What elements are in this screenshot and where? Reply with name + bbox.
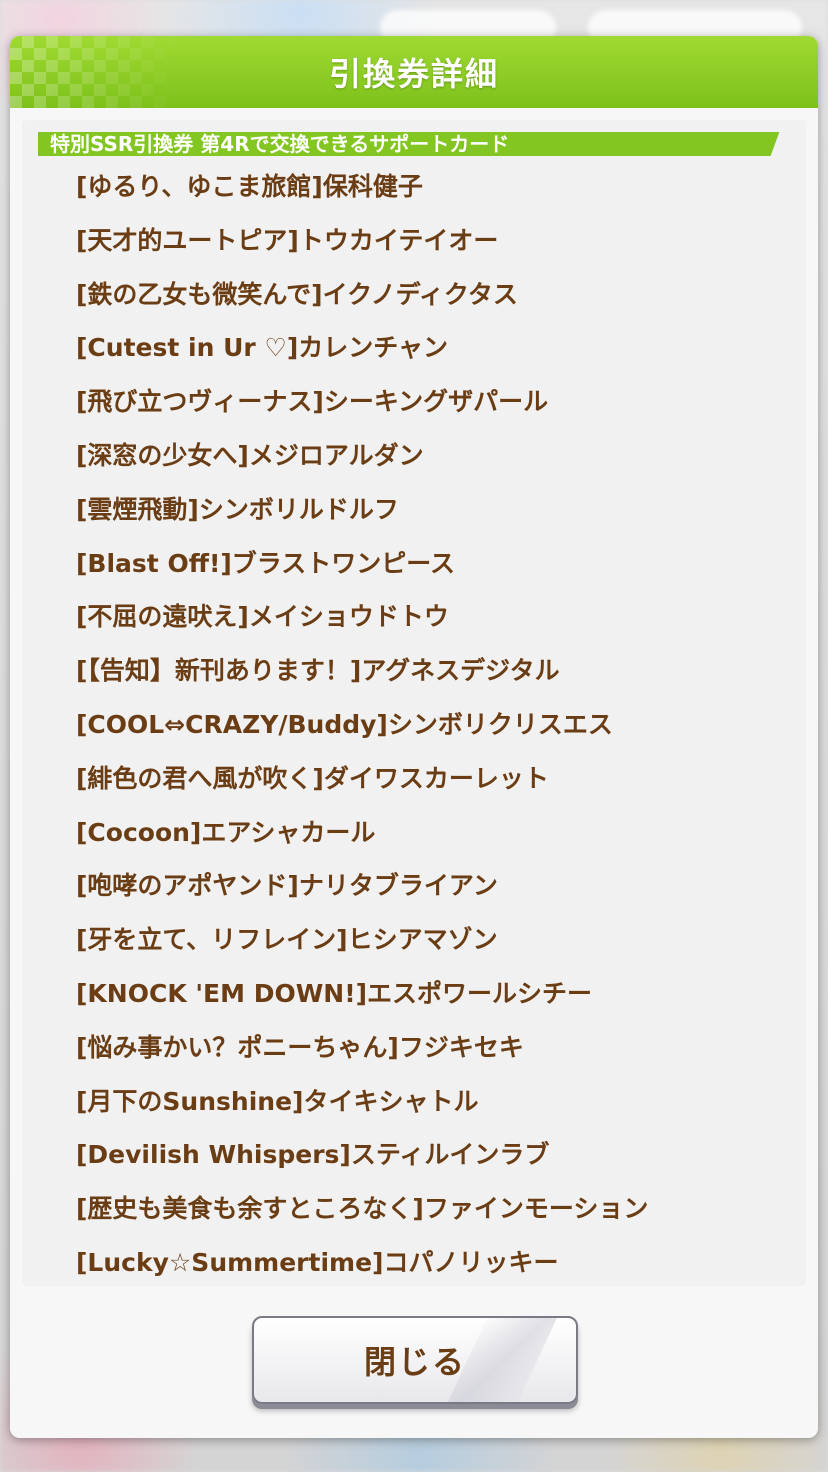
dialog-title: 引換券詳細 xyxy=(328,55,499,93)
list-item: [歴史も美食も余すところなく]ファインモーション xyxy=(76,1194,649,1224)
list-item: [牙を立て、リフレイン]ヒシアマゾン xyxy=(76,925,498,955)
list-item: [COOL⇔CRAZY/Buddy]シンボリクリスエス xyxy=(76,709,613,739)
list-item: [不屈の遠吠え]メイショウドトウ xyxy=(76,602,449,632)
list-item: [雲煙飛動]シンボリルドルフ xyxy=(76,494,399,524)
list-item: [Cutest in Ur ♡]カレンチャン xyxy=(76,333,449,363)
support-card-list: [ゆるり、ゆこま旅館]保科健子 [天才的ユートピア]トウカイテイオー [鉄の乙女… xyxy=(76,172,648,1302)
list-item: [【告知】新刊あります！]アグネスデジタル xyxy=(76,656,560,686)
close-button[interactable]: 閉じる xyxy=(252,1316,578,1404)
list-item: [鉄の乙女も微笑んで]イクノディクタス xyxy=(76,279,518,309)
list-item: [悩み事かい？ポニーちゃん]フジキセキ xyxy=(76,1032,524,1062)
close-button-label: 閉じる xyxy=(363,1343,466,1381)
list-item: [緋色の君へ風が吹く]ダイワスカーレット xyxy=(76,763,549,793)
list-item: [天才的ユートピア]トウカイテイオー xyxy=(76,225,499,255)
card-list-panel[interactable]: 特別SSR引換券 第4Rで交換できるサポートカード [ゆるり、ゆこま旅館]保科健… xyxy=(22,120,806,1286)
list-item: [Blast Off!]ブラストワンピース xyxy=(76,548,456,578)
list-item: [Devilish Whispers]スティルインラブ xyxy=(76,1140,550,1170)
list-item: [咆哮のアポヤンド]ナリタブライアン xyxy=(76,871,498,901)
list-item: [KNOCK 'EM DOWN!]エスポワールシチー xyxy=(76,978,593,1008)
list-item: [Cocoon]エアシャカール xyxy=(76,817,376,847)
list-item: [飛び立つヴィーナス]シーキングザパール xyxy=(76,387,549,417)
section-title: 特別SSR引換券 第4Rで交換できるサポートカード xyxy=(50,132,510,156)
header-pattern xyxy=(10,36,180,108)
list-item: [月下のSunshine]タイキシャトル xyxy=(76,1086,479,1116)
list-item: [ゆるり、ゆこま旅館]保科健子 xyxy=(76,172,423,201)
voucher-detail-dialog: 引換券詳細 特別SSR引換券 第4Rで交換できるサポートカード [ゆるり、ゆこま… xyxy=(10,36,818,1438)
list-item: [深窓の少女へ]メジロアルダン xyxy=(76,440,424,470)
dialog-header: 引換券詳細 xyxy=(10,36,818,108)
dialog-footer: 閉じる xyxy=(10,1286,818,1438)
